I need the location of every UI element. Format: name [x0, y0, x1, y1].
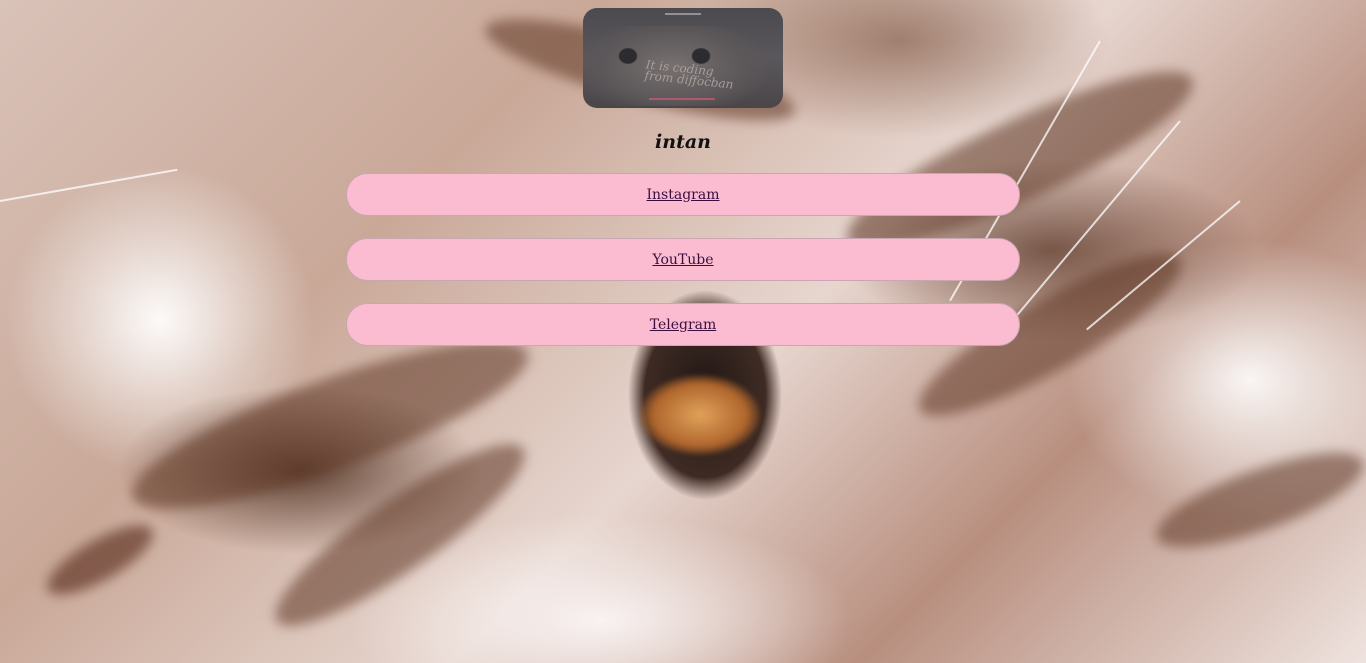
link-button-youtube[interactable]: YouTube [346, 238, 1020, 281]
link-instagram[interactable]: Instagram [647, 187, 720, 203]
link-button-instagram[interactable]: Instagram [346, 173, 1020, 216]
link-telegram[interactable]: Telegram [650, 317, 717, 333]
link-button-telegram[interactable]: Telegram [346, 303, 1020, 346]
profile-avatar: It is coding from diffocban [583, 8, 783, 108]
link-youtube[interactable]: YouTube [652, 252, 713, 268]
profile-username: intan [655, 131, 711, 153]
